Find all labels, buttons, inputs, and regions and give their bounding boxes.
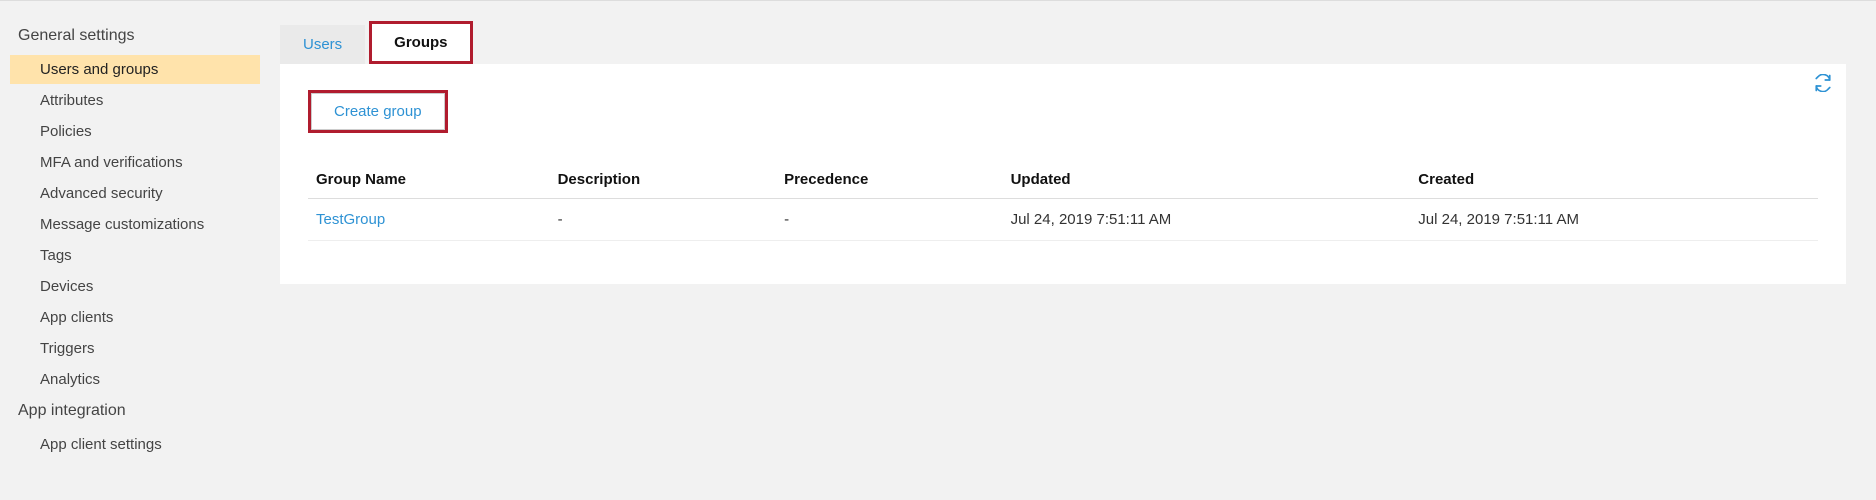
col-description: Description [550,161,777,199]
create-group-highlight: Create group [308,90,448,133]
sidebar-item-mfa[interactable]: MFA and verifications [10,148,260,177]
sidebar-item-analytics[interactable]: Analytics [10,365,260,394]
sidebar-heading-general: General settings [10,21,260,51]
cell-group-name[interactable]: TestGroup [308,199,550,241]
groups-panel: Create group Group Name Description Prec… [280,64,1846,284]
sidebar-item-message-customizations[interactable]: Message customizations [10,210,260,239]
cell-precedence: - [776,199,1003,241]
refresh-icon[interactable] [1814,74,1832,92]
sidebar-heading-app-integration: App integration [10,396,260,426]
sidebar-item-app-clients[interactable]: App clients [10,303,260,332]
tab-users[interactable]: Users [280,25,365,64]
tabs: Users Groups [280,21,1846,64]
sidebar-item-advanced-security[interactable]: Advanced security [10,179,260,208]
main-content: Users Groups Create group Group Name [260,1,1876,500]
sidebar: General settings Users and groups Attrib… [0,1,260,500]
table-row: TestGroup - - Jul 24, 2019 7:51:11 AM Ju… [308,199,1818,241]
sidebar-item-policies[interactable]: Policies [10,117,260,146]
sidebar-item-app-client-settings[interactable]: App client settings [10,430,260,459]
cell-updated: Jul 24, 2019 7:51:11 AM [1003,199,1411,241]
cell-description: - [550,199,777,241]
groups-table: Group Name Description Precedence Update… [308,161,1818,241]
sidebar-item-tags[interactable]: Tags [10,241,260,270]
sidebar-item-devices[interactable]: Devices [10,272,260,301]
sidebar-item-attributes[interactable]: Attributes [10,86,260,115]
table-header-row: Group Name Description Precedence Update… [308,161,1818,199]
sidebar-item-users-and-groups[interactable]: Users and groups [10,55,260,84]
sidebar-item-triggers[interactable]: Triggers [10,334,260,363]
col-updated: Updated [1003,161,1411,199]
tab-groups[interactable]: Groups [369,21,472,64]
create-group-button[interactable]: Create group [311,93,445,130]
col-precedence: Precedence [776,161,1003,199]
cell-created: Jul 24, 2019 7:51:11 AM [1410,199,1818,241]
col-created: Created [1410,161,1818,199]
col-group-name: Group Name [308,161,550,199]
